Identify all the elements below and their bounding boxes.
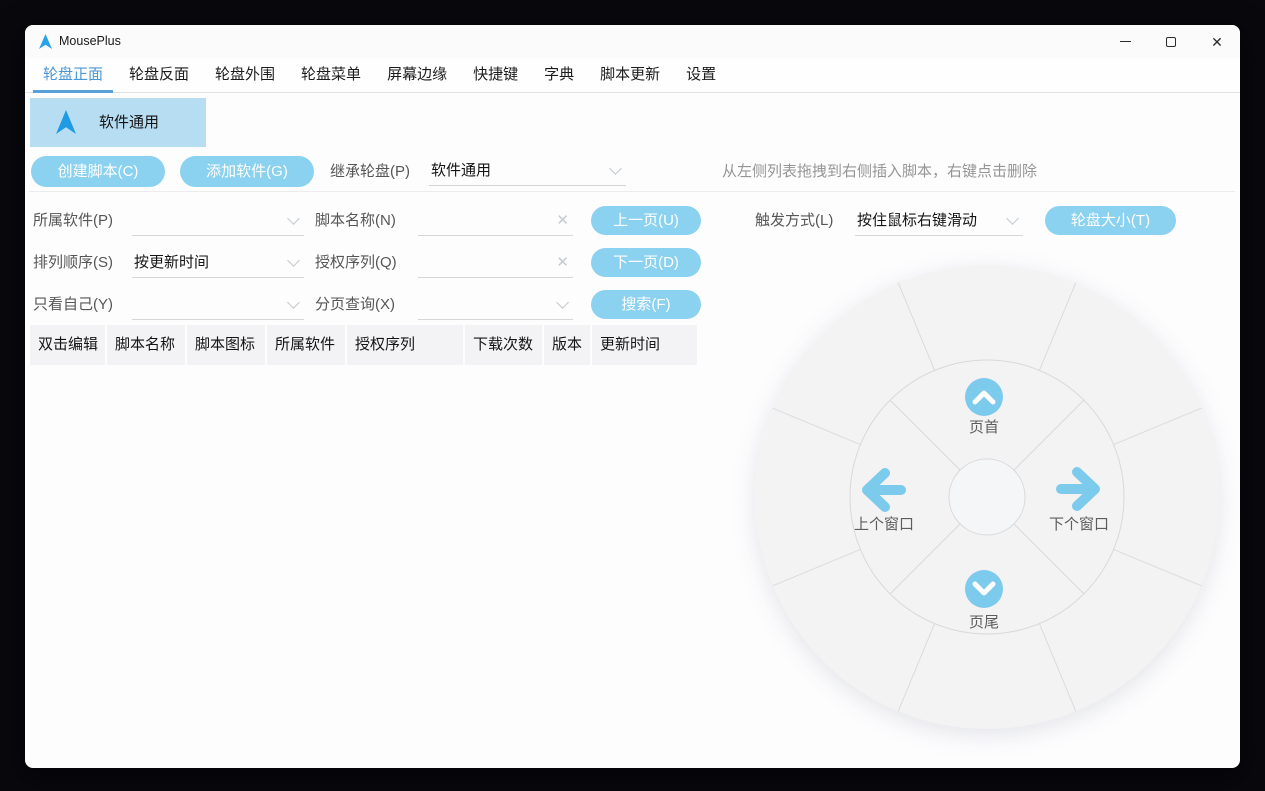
tab-bar: 轮盘正面 轮盘反面 轮盘外围 轮盘菜单 屏幕边缘 快捷键 字典 脚本更新 设置 [25, 58, 1240, 93]
chevron-down-circle-icon[interactable] [965, 570, 1003, 608]
sort-order-value: 按更新时间 [134, 248, 282, 277]
wheel-segment-right-label[interactable]: 下个窗口 [1029, 513, 1129, 534]
close-icon: ✕ [1211, 35, 1223, 49]
wheel-size-button[interactable]: 轮盘大小(T) [1045, 206, 1176, 235]
chevron-down-icon [287, 212, 300, 225]
script-name-label: 脚本名称(N) [315, 206, 396, 236]
tab-wheel-outer[interactable]: 轮盘外围 [202, 58, 288, 92]
chevron-down-icon [1006, 212, 1019, 225]
col-double-click-edit[interactable]: 双击编辑 [30, 325, 107, 365]
trigger-mode-value: 按住鼠标右键滑动 [857, 206, 1001, 235]
col-owner-software[interactable]: 所属软件 [267, 325, 347, 365]
sort-order-select[interactable]: 按更新时间 [132, 248, 304, 278]
wheel-segment-top-label[interactable]: 页首 [934, 416, 1034, 437]
col-download-count[interactable]: 下载次数 [465, 325, 544, 365]
desktop-background: MousePlus ✕ 轮盘正面 轮盘反面 轮盘外围 轮盘菜单 屏幕边缘 快捷键… [0, 0, 1265, 791]
inherit-wheel-label: 继承轮盘(P) [330, 156, 410, 187]
wheel-item-label: 软件通用 [99, 98, 159, 147]
script-name-input[interactable]: ✕ [418, 206, 573, 236]
sort-order-label: 排列顺序(S) [33, 248, 113, 278]
inherit-wheel-value: 软件通用 [431, 156, 604, 185]
create-script-button[interactable]: 创建脚本(C) [31, 156, 165, 187]
page-query-select[interactable] [418, 290, 573, 320]
chevron-down-icon [287, 254, 300, 267]
trigger-mode-select[interactable]: 按住鼠标右键滑动 [855, 206, 1023, 236]
list-item-software-general[interactable]: 软件通用 [30, 98, 206, 147]
owner-software-select[interactable] [132, 206, 304, 236]
minimize-button[interactable] [1102, 25, 1148, 58]
tab-wheel-front[interactable]: 轮盘正面 [30, 58, 116, 92]
search-button[interactable]: 搜索(F) [591, 290, 701, 319]
only-mine-label: 只看自己(Y) [33, 290, 113, 320]
license-serial-input[interactable]: ✕ [418, 248, 573, 278]
drag-hint-text: 从左侧列表拖拽到右侧插入脚本，右键点击删除 [722, 156, 1037, 187]
wheel-segment-left-label[interactable]: 上个窗口 [834, 513, 934, 534]
inherit-wheel-select[interactable]: 软件通用 [429, 156, 626, 186]
page-query-label: 分页查询(X) [315, 290, 395, 320]
close-button[interactable]: ✕ [1194, 25, 1240, 58]
maximize-icon [1166, 37, 1176, 47]
chevron-down-icon [556, 296, 569, 309]
tab-screen-edge[interactable]: 屏幕边缘 [374, 58, 460, 92]
app-title: MousePlus [59, 25, 121, 58]
wheel-item-icon [56, 110, 76, 134]
chevron-down-icon [287, 296, 300, 309]
app-window: MousePlus ✕ 轮盘正面 轮盘反面 轮盘外围 轮盘菜单 屏幕边缘 快捷键… [25, 25, 1240, 768]
col-script-icon[interactable]: 脚本图标 [187, 325, 267, 365]
col-script-name[interactable]: 脚本名称 [107, 325, 187, 365]
tab-wheel-menu[interactable]: 轮盘菜单 [288, 58, 374, 92]
tab-script-update[interactable]: 脚本更新 [587, 58, 673, 92]
col-license-serial[interactable]: 授权序列 [347, 325, 465, 365]
toolbar-separator [29, 191, 1235, 192]
clear-icon[interactable]: ✕ [556, 252, 569, 274]
chevron-up-circle-icon[interactable] [965, 378, 1003, 416]
owner-software-label: 所属软件(P) [33, 206, 113, 236]
next-page-button[interactable]: 下一页(D) [591, 248, 701, 277]
col-version[interactable]: 版本 [544, 325, 592, 365]
tab-dictionary[interactable]: 字典 [531, 58, 587, 92]
title-bar[interactable]: MousePlus ✕ [25, 25, 1240, 58]
window-controls: ✕ [1102, 25, 1240, 58]
app-logo-icon [39, 34, 52, 49]
prev-page-button[interactable]: 上一页(U) [591, 206, 701, 235]
wheel-hub[interactable] [949, 459, 1025, 535]
table-header-row: 双击编辑 脚本名称 脚本图标 所属软件 授权序列 下载次数 版本 更新时间 [30, 325, 699, 365]
wheel-segment-bottom-label[interactable]: 页尾 [934, 611, 1034, 632]
license-serial-label: 授权序列(Q) [315, 248, 397, 278]
clear-icon[interactable]: ✕ [556, 210, 569, 232]
tab-wheel-back[interactable]: 轮盘反面 [116, 58, 202, 92]
maximize-button[interactable] [1148, 25, 1194, 58]
col-update-time[interactable]: 更新时间 [592, 325, 699, 365]
trigger-mode-label: 触发方式(L) [755, 206, 833, 236]
minimize-icon [1120, 41, 1131, 43]
tab-hotkeys[interactable]: 快捷键 [460, 58, 531, 92]
tab-settings[interactable]: 设置 [673, 58, 729, 92]
wheel-preview[interactable] [752, 262, 1222, 732]
add-software-button[interactable]: 添加软件(G) [180, 156, 314, 187]
chevron-down-icon [609, 162, 622, 175]
only-mine-select[interactable] [132, 290, 304, 320]
